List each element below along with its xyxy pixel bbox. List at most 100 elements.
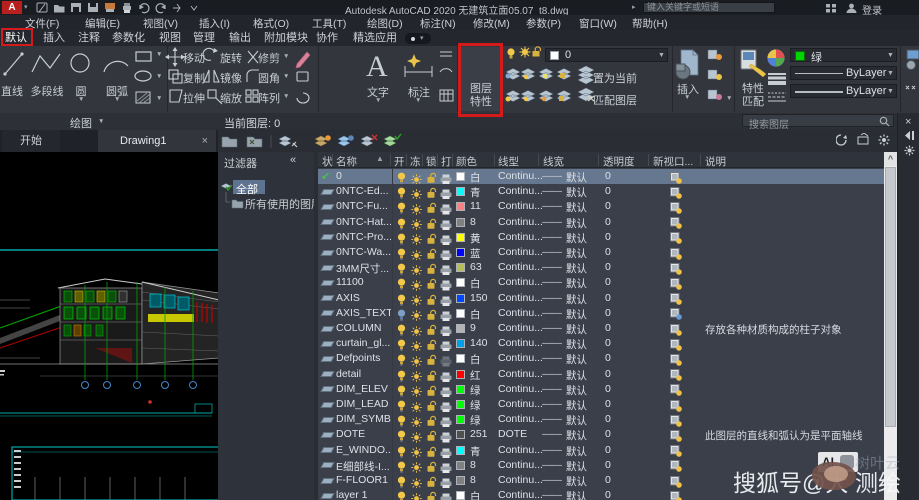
layer-transparency[interactable]: 0 [605, 413, 611, 425]
copy-tool-label[interactable]: 复制 [183, 70, 205, 86]
layer-color-swatch[interactable] [456, 278, 465, 287]
layer-transparency[interactable]: 0 [605, 489, 611, 500]
layer-linetype[interactable]: Continu... [498, 276, 543, 288]
layer-row-DIM_SYMB[interactable]: DIM_SYMB绿Continu...——默认0 [318, 412, 884, 427]
layer-name[interactable]: AXIS_TEXT [336, 307, 391, 319]
layer-lineweight[interactable]: 默认 [566, 413, 587, 428]
layer-color-swatch[interactable] [456, 233, 465, 242]
layer-color-swatch[interactable] [456, 370, 465, 379]
move-tool-label[interactable]: 移动 [183, 50, 205, 66]
layer-lineweight[interactable]: 默认 [566, 170, 587, 185]
layer-vp-freeze-icon[interactable] [670, 490, 682, 500]
dimension-caret-icon[interactable]: ▼ [415, 97, 421, 104]
layer-name[interactable]: COLUMN [336, 322, 391, 334]
layer-color-swatch[interactable] [456, 202, 465, 211]
layer-linetype[interactable]: Continu... [498, 474, 543, 486]
layer-row-curtain_gl...[interactable]: curtain_gl...140Continu...——默认0 [318, 336, 884, 351]
layer-color-swatch[interactable] [456, 491, 465, 500]
ribbon-tab-2[interactable]: 插入 [43, 31, 65, 46]
vertical-scrollbar[interactable]: ^ [884, 152, 897, 500]
layer-lineweight[interactable]: 默认 [566, 474, 587, 489]
layer-linetype[interactable]: Continu... [498, 368, 543, 380]
palette-close-icon[interactable]: × [905, 116, 911, 128]
menu-12[interactable]: 帮助(H) [632, 16, 668, 31]
lineweight-dropdown[interactable]: ByLayer ▼ [790, 84, 897, 98]
rotate-tool-label[interactable]: 旋转 [220, 50, 242, 66]
ribbon-tab-10[interactable]: 精选应用 [353, 31, 397, 46]
col-transparency[interactable]: 透明度 [603, 154, 635, 169]
ribbon-tab-7[interactable]: 输出 [229, 31, 251, 46]
rect-caret-icon[interactable]: ▼ [156, 51, 162, 58]
layer-color-swatch[interactable] [456, 385, 465, 394]
layer-transparency[interactable]: 0 [605, 428, 611, 440]
layer-row-AXIS_TEXT[interactable]: AXIS_TEXT白Continu...——默认0 [318, 306, 884, 321]
layer-color-swatch[interactable] [456, 400, 465, 409]
layer-row-0NTC-Fu...[interactable]: 0NTC-Fu...11Continu...——默认0 [318, 199, 884, 214]
col-plot[interactable]: 打 [441, 154, 452, 169]
mirror-tool-label[interactable]: 镜像 [220, 70, 242, 86]
layer-transparency[interactable]: 0 [605, 307, 611, 319]
collapse-filters-icon[interactable]: « [290, 154, 296, 166]
menu-6[interactable]: 工具(T) [312, 16, 346, 31]
col-color[interactable]: 颜色 [456, 154, 477, 169]
ribbon-tab-8[interactable]: 附加模块 [264, 31, 308, 46]
insert-caret-icon[interactable]: ▼ [684, 94, 690, 101]
palette-properties-icon[interactable] [904, 145, 915, 156]
layer-transparency[interactable]: 0 [605, 383, 611, 395]
ribbon-tab-3[interactable]: 注释 [78, 31, 100, 46]
col-lineweight[interactable]: 线宽 [543, 154, 564, 169]
col-linetype[interactable]: 线型 [498, 154, 519, 169]
trim-tool-label[interactable]: 修剪 [258, 50, 280, 66]
layer-linetype[interactable]: Continu... [498, 261, 543, 273]
menu-2[interactable]: 编辑(E) [85, 16, 120, 31]
layer-lineweight[interactable]: 默认 [566, 261, 587, 276]
layer-row-AXIS[interactable]: AXIS150Continu...——默认0 [318, 291, 884, 306]
layer-freeze-icon[interactable] [411, 491, 422, 500]
layer-color-swatch[interactable] [456, 461, 465, 470]
layer-search-input[interactable]: 搜索图层 [742, 114, 894, 127]
layer-linetype[interactable]: Continu... [498, 352, 543, 364]
layer-lineweight[interactable]: 默认 [566, 368, 587, 383]
layer-transparency[interactable]: 0 [605, 276, 611, 288]
layer-name[interactable]: Defpoints [336, 352, 391, 364]
layer-table-header[interactable]: 状 名称 ▲ 开 冻 锁 打 颜色 线型 线宽 透明度 新视口... 说明 [318, 152, 884, 168]
layer-lineweight[interactable]: 默认 [566, 185, 587, 200]
array-tool-label[interactable]: 阵列 [258, 90, 280, 106]
ribbon-tab-6[interactable]: 管理 [193, 31, 215, 46]
layer-color-swatch[interactable] [456, 324, 465, 333]
ribbon-tab-4[interactable]: 参数化 [112, 31, 145, 46]
layer-row-DIM_ELEV[interactable]: DIM_ELEV绿Continu...——默认0 [318, 382, 884, 397]
col-lock[interactable]: 锁 [426, 154, 437, 169]
layer-linetype[interactable]: Continu... [498, 322, 543, 334]
col-new-vp[interactable]: 新视口... [653, 154, 693, 169]
layer-row-detail[interactable]: detail红Continu...——默认0 [318, 367, 884, 382]
layer-transparency[interactable]: 0 [605, 246, 611, 258]
layer-linetype[interactable]: Continu... [498, 307, 543, 319]
layer-name[interactable]: 0NTC-Hat... [336, 216, 391, 228]
layer-row-E细部线-I...[interactable]: E细部线-I...8Continu...——默认0 [318, 458, 884, 473]
col-name[interactable]: 名称 [336, 154, 357, 169]
layer-row-E_WINDO...[interactable]: E_WINDO...青Continu...——默认0 [318, 443, 884, 458]
line-tool-label[interactable]: 直线 [1, 83, 23, 99]
layer-linetype[interactable]: Continu... [498, 216, 543, 228]
layer-linetype[interactable]: Continu... [498, 489, 543, 500]
layer-row-F-FLOOR1[interactable]: F-FLOOR18Continu...——默认0 [318, 473, 884, 488]
layer-lineweight[interactable]: 默认 [566, 322, 587, 337]
scroll-up-button[interactable]: ^ [884, 152, 897, 166]
layer-color-swatch[interactable] [456, 187, 465, 196]
layer-color-swatch[interactable] [456, 218, 465, 227]
layer-linetype[interactable]: Continu... [498, 292, 543, 304]
quick-access-toolbar[interactable] [36, 2, 206, 14]
layer-color-swatch[interactable] [456, 263, 465, 272]
layer-color-swatch[interactable] [456, 354, 465, 363]
layer-row-Defpoints[interactable]: Defpoints白Continu...——默认0 [318, 351, 884, 366]
layer-lineweight[interactable]: 默认 [566, 216, 587, 231]
circle-caret-icon[interactable]: ▼ [78, 96, 84, 103]
stretch-tool-label[interactable]: 拉伸 [183, 90, 205, 106]
layer-transparency[interactable]: 0 [605, 216, 611, 228]
help-play-icon[interactable]: ▸ [632, 3, 636, 11]
layer-dropdown[interactable]: 0 ▼ [545, 48, 668, 62]
layer-lineweight[interactable]: 默认 [566, 307, 587, 322]
apps-icon[interactable] [826, 4, 838, 13]
text-caret-icon[interactable]: ▼ [375, 97, 381, 104]
